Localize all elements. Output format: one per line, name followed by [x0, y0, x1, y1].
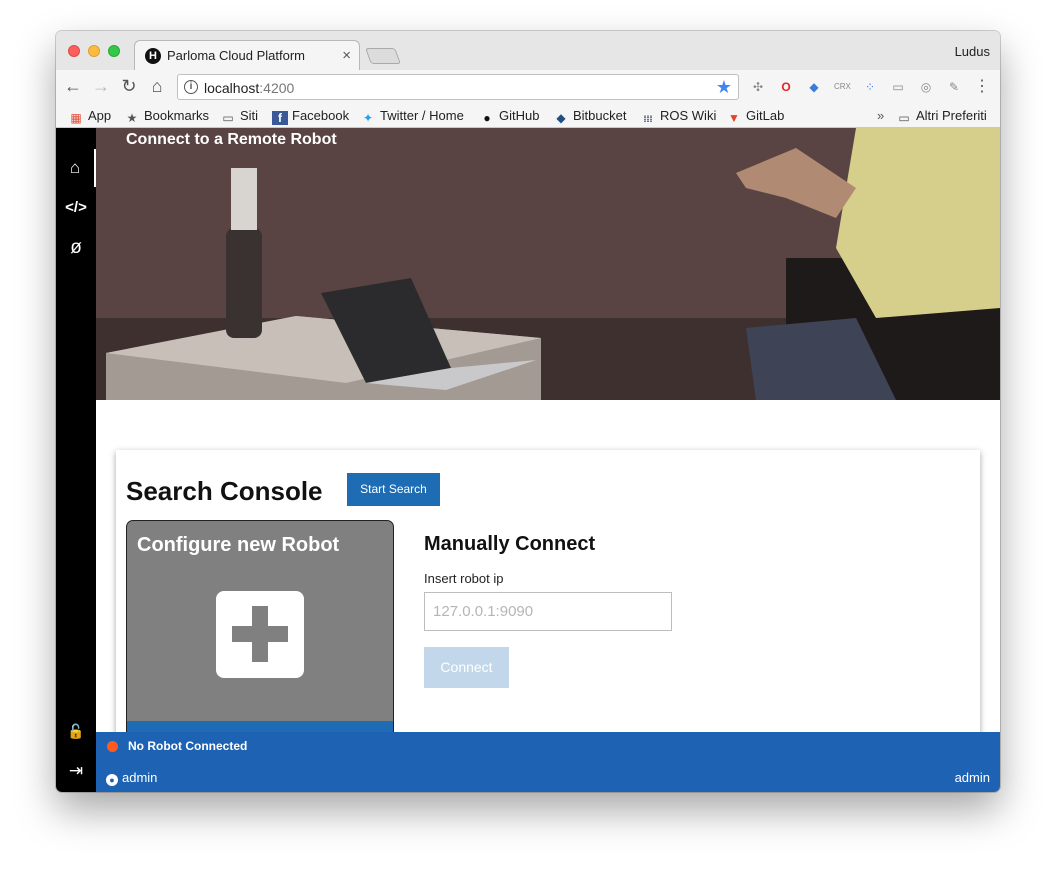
start-search-button[interactable]: Start Search — [347, 473, 440, 506]
browser-toolbar: ← → ↻ ⌂ i localhost:4200 ★ ✣ O ◆ CRX ⁘ ▭… — [56, 70, 1000, 104]
hero-title: Connect to a Remote Robot — [126, 131, 337, 148]
current-user[interactable]: ● admin — [106, 770, 157, 786]
add-robot-plus-icon[interactable] — [216, 591, 304, 678]
configure-robot-title: Configure new Robot — [137, 534, 340, 556]
bookmark-bookmarks[interactable]: ★ Bookmarks — [124, 108, 209, 125]
hero-person-shirt — [836, 128, 1000, 318]
site-info-icon[interactable]: i — [184, 80, 198, 94]
robot-ip-input[interactable] — [424, 592, 672, 631]
forward-icon[interactable]: → — [90, 76, 112, 97]
bookmark-label: Facebook — [292, 108, 350, 123]
bookmark-star-icon[interactable]: ★ — [716, 77, 732, 98]
bookmarks-overflow-icon[interactable]: » — [877, 108, 884, 123]
bookmark-label: Siti — [240, 108, 259, 123]
search-console-card: Search Console Start Search Configure ne… — [116, 450, 980, 732]
robot-status-text: No Robot Connected — [128, 739, 248, 753]
folder-icon: ▭ — [898, 111, 910, 125]
favicon-icon: H — [145, 48, 161, 64]
back-icon[interactable]: ← — [62, 76, 84, 97]
sidebar-ros-icon[interactable]: ø — [56, 229, 96, 267]
new-tab-button[interactable] — [365, 48, 401, 64]
manual-connect-title: Manually Connect — [424, 533, 596, 555]
extension-icon[interactable]: ✎ — [946, 79, 962, 95]
bookmark-label: Altri Preferiti — [916, 108, 987, 123]
hero-banner: Connect to a Remote Robot — [96, 128, 1000, 400]
bookmark-label: ROS Wiki — [660, 108, 717, 123]
tab-title: Parloma Cloud Platform — [167, 48, 305, 63]
plus-vertical-bar — [252, 606, 268, 662]
url-text: localhost:4200 — [204, 80, 294, 96]
close-window-button[interactable] — [68, 45, 80, 57]
apps-grid-icon: ▦ — [70, 111, 82, 125]
bookmark-label: Bitbucket — [573, 108, 627, 123]
bookmark-facebook[interactable]: f Facebook — [272, 108, 349, 125]
bookmark-twitter[interactable]: ✦ Twitter / Home — [360, 108, 464, 125]
hero-photo — [96, 128, 1000, 400]
url-host: localhost — [204, 80, 260, 96]
github-icon: ● — [483, 111, 491, 125]
extension-icon[interactable]: ⁘ — [862, 79, 878, 95]
user-name-right[interactable]: admin — [955, 770, 990, 785]
bookmark-label: Bookmarks — [144, 108, 210, 123]
sidebar-logout-icon[interactable]: ⇥ — [56, 752, 96, 790]
tile-footer-strip — [127, 721, 393, 732]
hero-robot-arm — [226, 228, 262, 338]
status-footer: No Robot Connected ● admin admin — [96, 732, 1000, 792]
bookmark-app[interactable]: ▦ App — [68, 108, 111, 125]
folder-icon: ▭ — [222, 111, 234, 125]
star-icon: ★ — [126, 111, 138, 125]
url-port: :4200 — [259, 80, 295, 96]
tab-strip: H Parloma Cloud Platform × Ludus — [56, 31, 1000, 71]
browser-tab[interactable]: H Parloma Cloud Platform × — [134, 40, 360, 71]
extension-icon[interactable]: ◆ — [806, 79, 822, 95]
tab-close-icon[interactable]: × — [342, 47, 351, 64]
bookmark-gitlab[interactable]: ▼ GitLab — [726, 108, 784, 125]
search-console-title: Search Console — [126, 476, 323, 506]
bookmark-label: Twitter / Home — [380, 108, 464, 123]
reload-icon[interactable]: ↻ — [118, 76, 140, 97]
user-name: admin — [122, 770, 158, 785]
bookmark-label: App — [88, 108, 112, 123]
hero-robot-fingers — [231, 168, 257, 230]
bookmark-ros-wiki[interactable]: ⁞⁞⁞ ROS Wiki — [640, 108, 717, 126]
twitter-icon: ✦ — [362, 111, 374, 125]
configure-robot-tile[interactable]: Configure new Robot — [126, 520, 394, 732]
address-bar[interactable]: i localhost:4200 ★ — [177, 74, 739, 100]
sidebar-home-icon[interactable]: ⌂ — [56, 149, 96, 187]
facebook-icon: f — [272, 111, 288, 125]
extension-icon[interactable]: ▭ — [890, 79, 906, 95]
bookmarks-bar: ▦ App ★ Bookmarks ▭ Siti f Facebook ✦ Twitter… — [56, 104, 1000, 128]
bitbucket-icon: ◆ — [556, 111, 566, 125]
bookmark-label: GitHub — [499, 108, 540, 123]
bookmark-other-folder[interactable]: ▭ Altri Preferiti — [896, 108, 987, 125]
user-icon: ● — [106, 774, 118, 786]
gitlab-icon: ▼ — [728, 111, 740, 125]
home-icon[interactable]: ⌂ — [146, 76, 168, 97]
profile-name[interactable]: Ludus — [955, 44, 990, 59]
connect-button[interactable]: Connect — [424, 647, 509, 688]
crx-extension-icon[interactable]: CRX — [834, 79, 851, 95]
bookmark-bitbucket[interactable]: ◆ Bitbucket — [553, 108, 626, 125]
maximize-window-button[interactable] — [108, 45, 120, 57]
robot-ip-label: Insert robot ip — [424, 571, 504, 586]
status-dot-icon — [107, 741, 118, 752]
ros-icon: ⁞⁞⁞ — [643, 114, 653, 124]
bookmark-label: GitLab — [746, 108, 785, 123]
bookmark-github[interactable]: ● GitHub — [479, 108, 539, 125]
menu-icon[interactable]: ⋮ — [974, 79, 990, 95]
extension-icon[interactable]: ◎ — [918, 79, 934, 95]
dropbox-extension-icon[interactable]: ✣ — [750, 79, 766, 95]
app-sidebar: ⌂ </> ø 🔓 ⇥ — [56, 128, 96, 792]
bookmark-siti[interactable]: ▭ Siti — [220, 108, 258, 125]
opera-extension-icon[interactable]: O — [778, 79, 794, 95]
browser-window: H Parloma Cloud Platform × Ludus ← → ↻ ⌂… — [56, 31, 1000, 792]
sidebar-code-icon[interactable]: </> — [56, 189, 96, 227]
minimize-window-button[interactable] — [88, 45, 100, 57]
main-content: Connect to a Remote Robot Search Console… — [96, 128, 1000, 732]
sidebar-unlock-icon[interactable]: 🔓 — [56, 712, 96, 750]
